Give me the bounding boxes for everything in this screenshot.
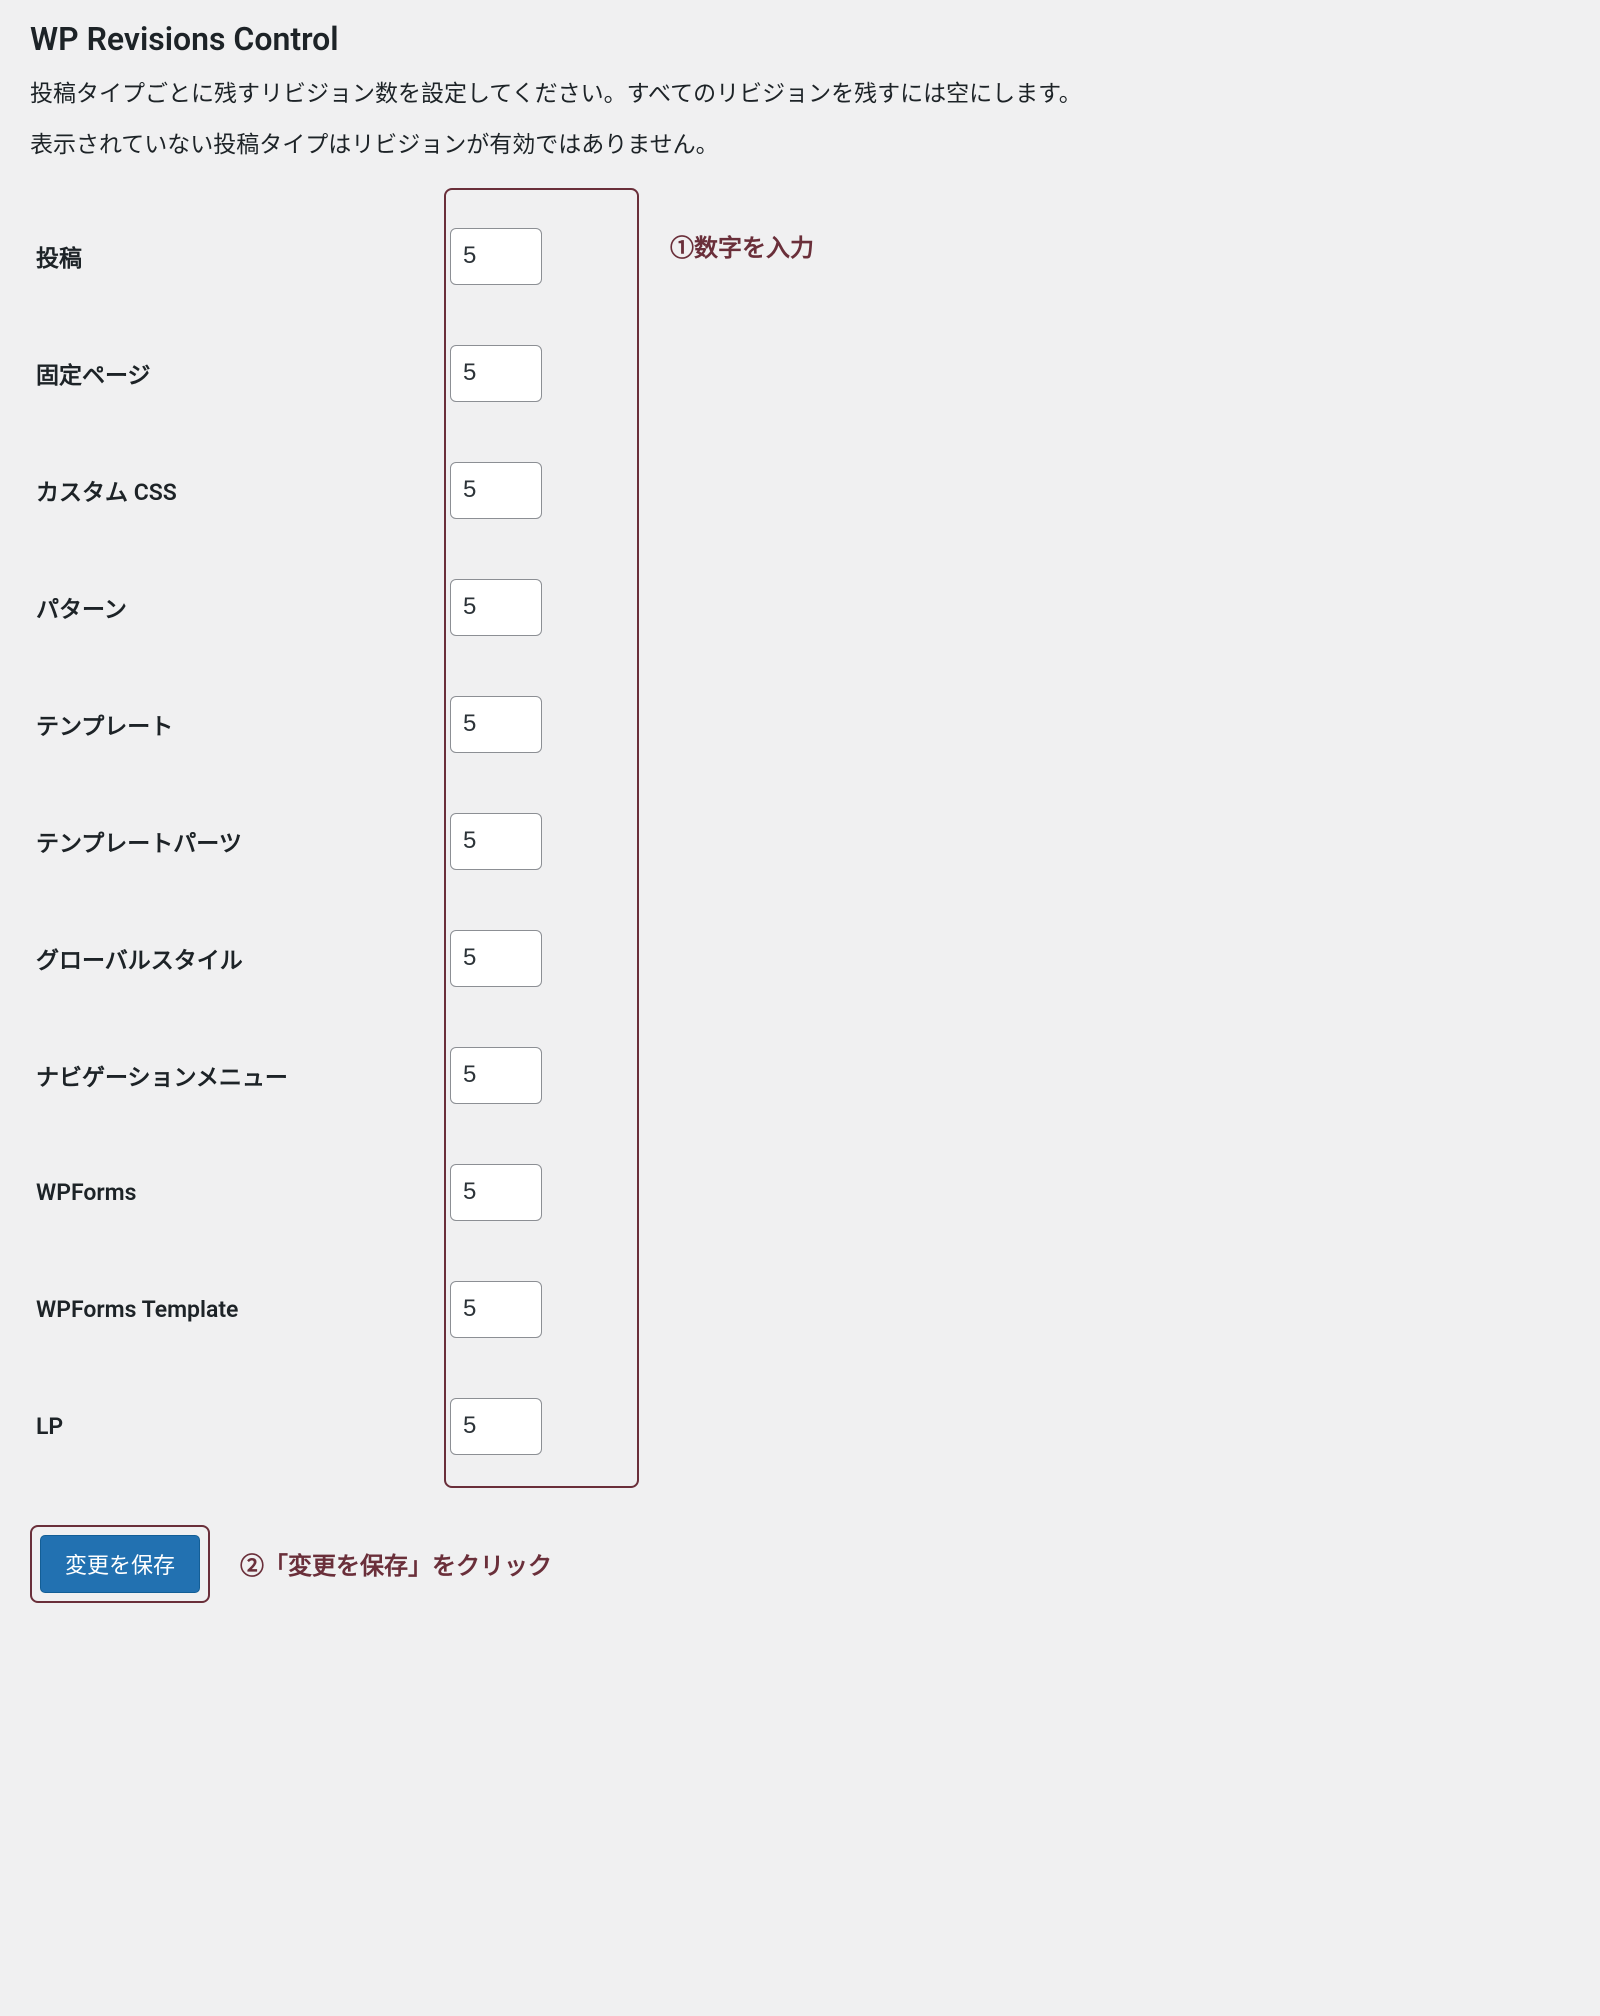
post-type-label: テンプレート bbox=[30, 666, 450, 783]
post-type-input-cell bbox=[450, 900, 1570, 1017]
revisions-input[interactable] bbox=[450, 1047, 542, 1104]
post-type-label: テンプレートパーツ bbox=[30, 783, 450, 900]
revisions-input[interactable] bbox=[450, 1164, 542, 1221]
table-row: グローバルスタイル bbox=[30, 900, 1570, 1017]
post-type-input-cell bbox=[450, 432, 1570, 549]
section-description-1: 投稿タイプごとに残すリビジョン数を設定してください。すべてのリビジョンを残すには… bbox=[30, 76, 1570, 113]
revisions-input[interactable] bbox=[450, 579, 542, 636]
revisions-input[interactable] bbox=[450, 462, 542, 519]
revisions-input[interactable] bbox=[450, 1281, 542, 1338]
revisions-input[interactable] bbox=[450, 228, 542, 285]
post-type-input-cell bbox=[450, 549, 1570, 666]
revisions-input[interactable] bbox=[450, 345, 542, 402]
post-type-label: LP bbox=[30, 1368, 450, 1485]
post-type-label: 固定ページ bbox=[30, 315, 450, 432]
post-type-input-cell bbox=[450, 783, 1570, 900]
revisions-input[interactable] bbox=[450, 696, 542, 753]
table-row: 固定ページ bbox=[30, 315, 1570, 432]
table-row: テンプレート bbox=[30, 666, 1570, 783]
post-type-input-cell bbox=[450, 1251, 1570, 1368]
submit-highlight-box: 変更を保存 bbox=[30, 1525, 210, 1603]
table-row: WPForms Template bbox=[30, 1251, 1570, 1368]
post-type-label: WPForms Template bbox=[30, 1251, 450, 1368]
revisions-input[interactable] bbox=[450, 1398, 542, 1455]
input-annotation: ①数字を入力 bbox=[670, 228, 814, 263]
post-type-input-cell bbox=[450, 1368, 1570, 1485]
submit-area: 変更を保存 ②「変更を保存」をクリック bbox=[30, 1525, 1570, 1603]
post-type-label: WPForms bbox=[30, 1134, 450, 1251]
form-area: ①数字を入力 投稿固定ページカスタム CSSパターンテンプレートテンプレートパー… bbox=[30, 198, 1570, 1485]
revisions-table-body: 投稿固定ページカスタム CSSパターンテンプレートテンプレートパーツグローバルス… bbox=[30, 198, 1570, 1485]
post-type-input-cell bbox=[450, 1134, 1570, 1251]
post-type-label: カスタム CSS bbox=[30, 432, 450, 549]
post-type-input-cell bbox=[450, 198, 1570, 315]
post-type-label: 投稿 bbox=[30, 198, 450, 315]
table-row: LP bbox=[30, 1368, 1570, 1485]
revisions-input[interactable] bbox=[450, 813, 542, 870]
revisions-form-table: 投稿固定ページカスタム CSSパターンテンプレートテンプレートパーツグローバルス… bbox=[30, 198, 1570, 1485]
post-type-label: グローバルスタイル bbox=[30, 900, 450, 1017]
post-type-input-cell bbox=[450, 315, 1570, 432]
settings-wrap: WP Revisions Control 投稿タイプごとに残すリビジョン数を設定… bbox=[0, 0, 1600, 1623]
section-title: WP Revisions Control bbox=[30, 20, 1570, 58]
table-row: カスタム CSS bbox=[30, 432, 1570, 549]
post-type-input-cell bbox=[450, 1017, 1570, 1134]
save-annotation: ②「変更を保存」をクリック bbox=[240, 1546, 552, 1581]
post-type-label: パターン bbox=[30, 549, 450, 666]
section-description-2: 表示されていない投稿タイプはリビジョンが有効ではありません。 bbox=[30, 127, 1570, 164]
table-row: WPForms bbox=[30, 1134, 1570, 1251]
table-row: パターン bbox=[30, 549, 1570, 666]
revisions-input[interactable] bbox=[450, 930, 542, 987]
table-row: テンプレートパーツ bbox=[30, 783, 1570, 900]
table-row: ナビゲーションメニュー bbox=[30, 1017, 1570, 1134]
post-type-input-cell bbox=[450, 666, 1570, 783]
post-type-label: ナビゲーションメニュー bbox=[30, 1017, 450, 1134]
save-button[interactable]: 変更を保存 bbox=[40, 1535, 200, 1593]
